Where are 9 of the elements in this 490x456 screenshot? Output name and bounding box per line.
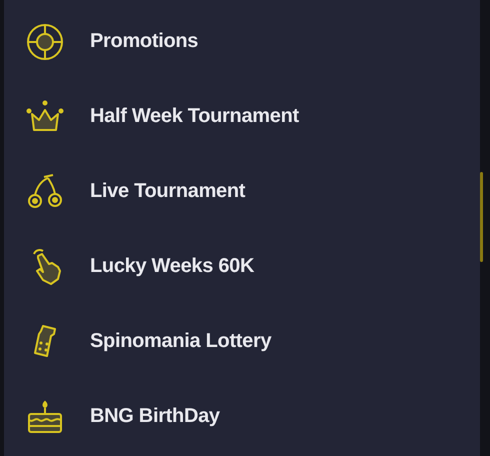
menu-item[interactable]: Spinomania Lottery [90, 330, 272, 353]
menu-item[interactable]: Lucky Weeks 60K [90, 255, 254, 278]
cherries-icon [26, 172, 64, 210]
scrollbar-thumb[interactable] [480, 172, 483, 262]
menu-item[interactable]: Promotions [90, 30, 198, 53]
menu-item[interactable]: BNG BirthDay [90, 405, 220, 428]
menu-item[interactable]: Half Week Tournament [90, 105, 299, 128]
menu-item[interactable]: Live Tournament [90, 180, 246, 203]
target-icon [26, 22, 64, 60]
